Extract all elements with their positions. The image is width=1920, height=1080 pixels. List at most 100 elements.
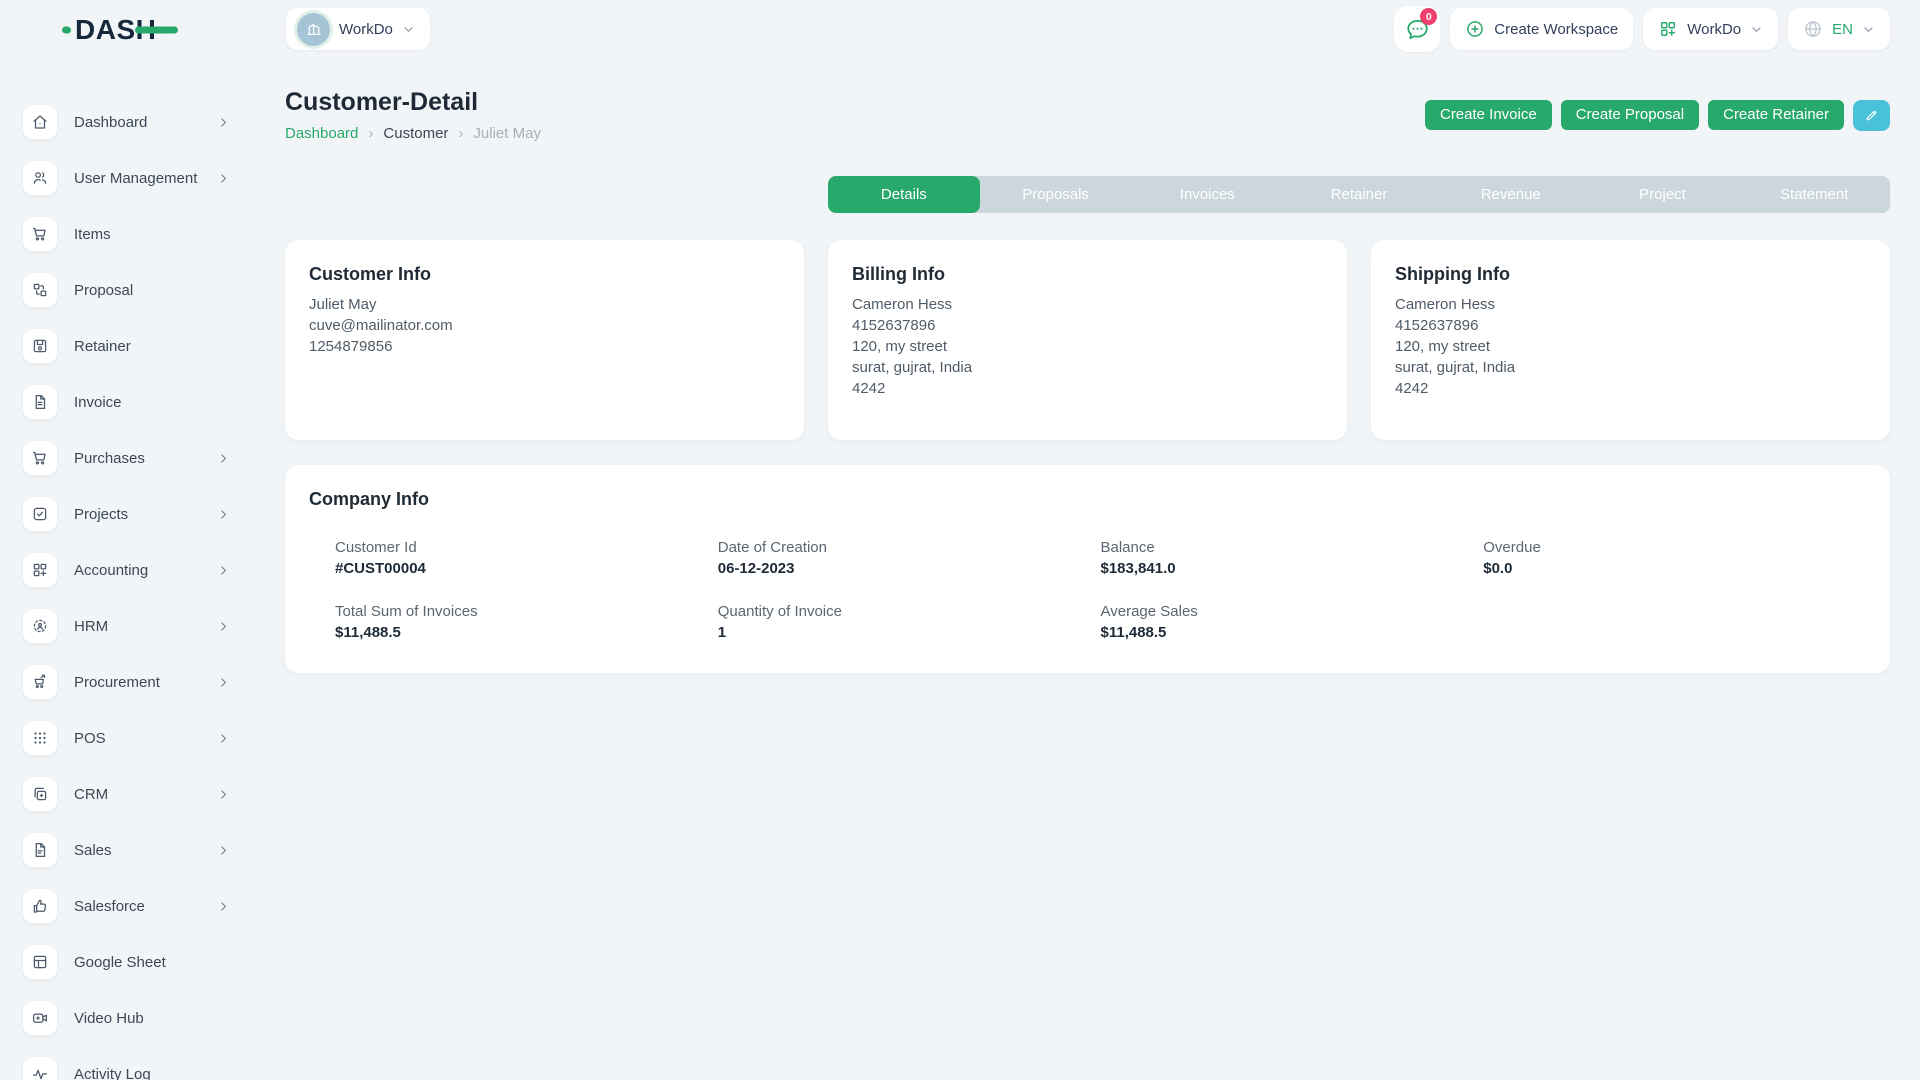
sidebar-item-pos[interactable]: POS — [23, 721, 230, 755]
sidebar-item-label: Sales — [74, 842, 112, 859]
sidebar-item-retainer[interactable]: Retainer — [23, 329, 230, 363]
company-field-customer-id: Customer Id#CUST00004 — [335, 539, 718, 577]
info-line: 120, my street — [1395, 336, 1866, 357]
tab-details[interactable]: Details — [828, 176, 980, 213]
field-label: Quantity of Invoice — [718, 603, 1101, 620]
chevron-right-icon — [217, 900, 230, 913]
company-info-title: Company Info — [309, 489, 1866, 510]
chevron-down-icon — [402, 23, 415, 36]
billing-info-lines: Cameron Hess4152637896120, my streetsura… — [852, 294, 1323, 399]
create-proposal-button[interactable]: Create Proposal — [1561, 100, 1699, 130]
sidebar-item-crm[interactable]: CRM — [23, 777, 230, 811]
create-retainer-button[interactable]: Create Retainer — [1708, 100, 1844, 130]
info-line: Cameron Hess — [852, 294, 1323, 315]
billing-info-card: Billing Info Cameron Hess4152637896120, … — [828, 240, 1347, 440]
breadcrumb-customer-link[interactable]: Customer — [383, 125, 448, 142]
thumbs-up-icon — [23, 889, 57, 923]
field-value: $0.0 — [1483, 560, 1866, 577]
messages-button[interactable]: 0 — [1394, 6, 1440, 52]
sidebar-item-label: Salesforce — [74, 898, 145, 915]
workdo-apps-label: WorkDo — [1687, 21, 1741, 38]
company-field-date-of-creation: Date of Creation06-12-2023 — [718, 539, 1101, 577]
sidebar-item-invoice[interactable]: Invoice — [23, 385, 230, 419]
sidebar-item-label: HRM — [74, 618, 108, 635]
grid-plus-icon — [1658, 19, 1678, 39]
tab-statement[interactable]: Statement — [1738, 176, 1890, 213]
company-info-card: Company Info Customer Id#CUST00004Date o… — [285, 465, 1890, 673]
chevron-right-icon — [217, 620, 230, 633]
chevron-right-icon — [217, 732, 230, 745]
sidebar-nav: Dashboard User Management Items Proposal… — [0, 105, 260, 1080]
workspace-switcher[interactable]: WorkDo — [286, 8, 430, 50]
shopping-cart-icon — [23, 441, 57, 475]
sidebar-item-label: Dashboard — [74, 114, 147, 131]
chevron-right-icon — [217, 116, 230, 129]
chevron-down-icon — [1750, 23, 1763, 36]
floppy-disk-icon — [23, 329, 57, 363]
shipping-info-title: Shipping Info — [1395, 264, 1866, 285]
create-workspace-label: Create Workspace — [1494, 21, 1618, 38]
sidebar-item-accounting[interactable]: Accounting — [23, 553, 230, 587]
sidebar-item-google-sheet[interactable]: Google Sheet — [23, 945, 230, 979]
sidebar-item-label: POS — [74, 730, 106, 747]
sidebar-item-proposal[interactable]: Proposal — [23, 273, 230, 307]
sidebar-item-activity-log[interactable]: Activity Log — [23, 1057, 230, 1080]
dash-logo[interactable]: DASH — [62, 12, 178, 46]
dots-grid-icon — [23, 721, 57, 755]
plus-circle-icon — [1465, 19, 1485, 39]
info-line: cuve@mailinator.com — [309, 315, 780, 336]
tab-retainer[interactable]: Retainer — [1283, 176, 1435, 213]
sidebar-item-dashboard[interactable]: Dashboard — [23, 105, 230, 139]
tab-project[interactable]: Project — [1587, 176, 1739, 213]
info-line: 4242 — [1395, 378, 1866, 399]
logo-area: DASH — [0, 12, 260, 46]
tab-revenue[interactable]: Revenue — [1435, 176, 1587, 213]
cart-arrow-icon — [23, 665, 57, 699]
workdo-apps-button[interactable]: WorkDo — [1643, 8, 1778, 50]
sidebar-item-sales[interactable]: Sales — [23, 833, 230, 867]
info-line: 4242 — [852, 378, 1323, 399]
title-block: Customer-Detail Dashboard › Customer › J… — [285, 88, 541, 142]
sidebar-item-salesforce[interactable]: Salesforce — [23, 889, 230, 923]
info-line: 120, my street — [852, 336, 1323, 357]
sidebar-item-label: Google Sheet — [74, 954, 166, 971]
tab-invoices[interactable]: Invoices — [1131, 176, 1283, 213]
tab-proposals[interactable]: Proposals — [980, 176, 1132, 213]
info-line: Juliet May — [309, 294, 780, 315]
sidebar-item-label: Video Hub — [74, 1010, 144, 1027]
field-label: Customer Id — [335, 539, 718, 556]
sidebar-item-procurement[interactable]: Procurement — [23, 665, 230, 699]
activity-pulse-icon — [23, 1057, 57, 1080]
sidebar-item-projects[interactable]: Projects — [23, 497, 230, 531]
breadcrumb-separator: › — [368, 125, 373, 142]
billing-info-title: Billing Info — [852, 264, 1323, 285]
pencil-icon — [1864, 108, 1879, 123]
info-line: surat, gujrat, India — [1395, 357, 1866, 378]
language-selector[interactable]: EN — [1788, 8, 1890, 50]
sidebar-item-hrm[interactable]: HRM — [23, 609, 230, 643]
chevron-right-icon — [217, 676, 230, 689]
shopping-cart-icon — [23, 217, 57, 251]
document-icon — [23, 833, 57, 867]
create-invoice-button[interactable]: Create Invoice — [1425, 100, 1552, 130]
edit-customer-button[interactable] — [1853, 100, 1890, 131]
sidebar-item-purchases[interactable]: Purchases — [23, 441, 230, 475]
field-label: Balance — [1101, 539, 1484, 556]
create-workspace-button[interactable]: Create Workspace — [1450, 8, 1633, 50]
table-icon — [23, 945, 57, 979]
language-code: EN — [1832, 21, 1853, 38]
sidebar-item-items[interactable]: Items — [23, 217, 230, 251]
chevron-right-icon — [217, 564, 230, 577]
field-value: $11,488.5 — [1101, 624, 1484, 641]
sidebar-item-user-management[interactable]: User Management — [23, 161, 230, 195]
info-cards-row: Customer Info Juliet Maycuve@mailinator.… — [285, 240, 1890, 440]
info-line: 1254879856 — [309, 336, 780, 357]
grid-plus-icon — [23, 553, 57, 587]
company-field-average-sales: Average Sales$11,488.5 — [1101, 603, 1484, 641]
page-title: Customer-Detail — [285, 88, 541, 117]
breadcrumb-dashboard-link[interactable]: Dashboard — [285, 125, 358, 142]
sidebar-item-label: CRM — [74, 786, 108, 803]
sidebar-item-label: Items — [74, 226, 111, 243]
sidebar-item-video-hub[interactable]: Video Hub — [23, 1001, 230, 1035]
workspace-name: WorkDo — [339, 21, 393, 38]
